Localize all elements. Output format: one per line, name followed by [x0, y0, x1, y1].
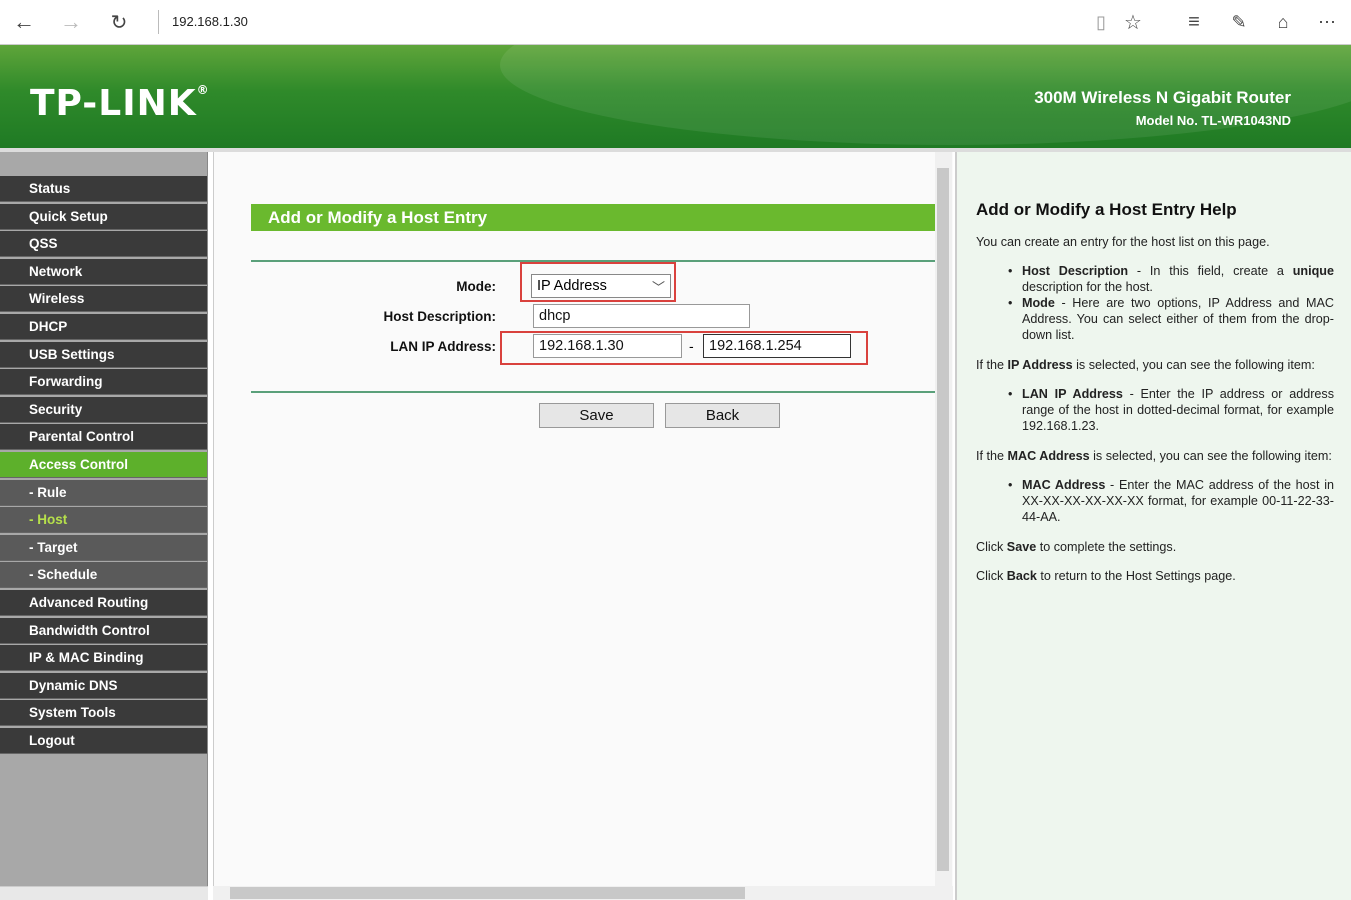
sidebar-item-advanced-routing[interactable]: Advanced Routing — [0, 589, 207, 616]
product-name: 300M Wireless N Gigabit Router — [1034, 88, 1291, 107]
sidebar-item-bandwidth-control[interactable]: Bandwidth Control — [0, 617, 207, 644]
more-icon[interactable]: ⋯ — [1313, 8, 1341, 36]
help-mac-paragraph: If the MAC Address is selected, you can … — [976, 449, 1332, 463]
help-list-2: LAN IP Address - Enter the IP address or… — [1008, 386, 1334, 434]
host-description-label: Host Description: — [383, 309, 496, 324]
help-list-3: MAC Address - Enter the MAC address of t… — [1008, 477, 1334, 525]
help-ip-paragraph: If the IP Address is selected, you can s… — [976, 358, 1315, 372]
main-horizontal-scroll-thumb[interactable] — [230, 887, 745, 899]
reading-view-icon[interactable]: ▯ — [1087, 8, 1115, 36]
sidebar-item-target[interactable]: - Target — [0, 534, 207, 561]
help-panel: Add or Modify a Host Entry Help You can … — [955, 152, 1351, 900]
sidebar-item-host[interactable]: - Host — [0, 507, 207, 534]
help-item-lan-ip: LAN IP Address - Enter the IP address or… — [1008, 386, 1334, 434]
host-description-input[interactable]: dhcp — [533, 304, 750, 328]
sidebar-horizontal-scrollbar[interactable] — [0, 886, 208, 900]
forward-arrow-icon[interactable]: → — [57, 8, 85, 36]
form-bottom-divider — [251, 391, 936, 393]
favorite-star-icon[interactable]: ☆ — [1119, 8, 1147, 36]
sidebar-item-network[interactable]: Network — [0, 258, 207, 285]
sidebar-item-ip-mac-binding[interactable]: IP & MAC Binding — [0, 645, 207, 672]
sidebar: Status Quick Setup QSS Network Wireless … — [0, 152, 208, 900]
sidebar-item-access-control[interactable]: Access Control — [0, 451, 207, 478]
address-bar[interactable]: 192.168.1.30 — [158, 10, 248, 34]
main-vertical-scroll-thumb[interactable] — [937, 168, 949, 871]
sidebar-item-security[interactable]: Security — [0, 396, 207, 423]
help-list-1: Host Description - In this field, create… — [1008, 263, 1334, 343]
refresh-icon[interactable]: ↻ — [105, 8, 133, 36]
hub-icon[interactable]: ≡ — [1180, 8, 1208, 36]
browser-toolbar: ← → ↻ 192.168.1.30 ▯ ☆ ≡ ✎ ⌂ ⋯ — [0, 0, 1351, 45]
sidebar-item-forwarding[interactable]: Forwarding — [0, 369, 207, 396]
sidebar-item-dynamic-dns[interactable]: Dynamic DNS — [0, 672, 207, 699]
help-title: Add or Modify a Host Entry Help — [976, 200, 1237, 219]
help-item-mac-address: MAC Address - Enter the MAC address of t… — [1008, 477, 1334, 525]
model-number: Model No. TL-WR1043ND — [1135, 113, 1291, 128]
sidebar-item-schedule[interactable]: - Schedule — [0, 562, 207, 589]
mode-label: Mode: — [456, 279, 496, 294]
sidebar-item-dhcp[interactable]: DHCP — [0, 313, 207, 340]
sidebar-item-qss[interactable]: QSS — [0, 231, 207, 258]
sidebar-item-system-tools[interactable]: System Tools — [0, 700, 207, 727]
lan-ip-address-label: LAN IP Address: — [390, 339, 496, 354]
sidebar-item-wireless[interactable]: Wireless — [0, 286, 207, 313]
sidebar-item-logout[interactable]: Logout — [0, 727, 207, 754]
help-back-paragraph: Click Back to return to the Host Setting… — [976, 569, 1236, 583]
sidebar-item-status[interactable]: Status — [0, 176, 207, 202]
sidebar-menu: Status Quick Setup QSS Network Wireless … — [0, 176, 207, 755]
mode-highlight-box — [520, 262, 676, 302]
lan-ip-highlight-box — [500, 331, 868, 365]
router-header: TP-LINK® 300M Wireless N Gigabit Router … — [0, 45, 1351, 148]
sidebar-item-rule[interactable]: - Rule — [0, 479, 207, 506]
help-item-mode: Mode - Here are two options, IP Address … — [1008, 295, 1334, 343]
web-note-icon[interactable]: ✎ — [1225, 8, 1253, 36]
help-intro: You can create an entry for the host lis… — [976, 235, 1270, 249]
sidebar-item-quick-setup[interactable]: Quick Setup — [0, 203, 207, 230]
back-button[interactable]: Back — [665, 403, 780, 428]
sidebar-item-parental-control[interactable]: Parental Control — [0, 424, 207, 451]
sidebar-item-usb-settings[interactable]: USB Settings — [0, 341, 207, 368]
share-icon[interactable]: ⌂ — [1269, 8, 1297, 36]
tp-link-logo: TP-LINK® — [30, 83, 210, 124]
back-arrow-icon[interactable]: ← — [10, 8, 38, 36]
help-item-host-description: Host Description - In this field, create… — [1008, 263, 1334, 295]
page-title: Add or Modify a Host Entry — [251, 204, 936, 231]
save-button[interactable]: Save — [539, 403, 654, 428]
help-save-paragraph: Click Save to complete the settings. — [976, 540, 1177, 554]
